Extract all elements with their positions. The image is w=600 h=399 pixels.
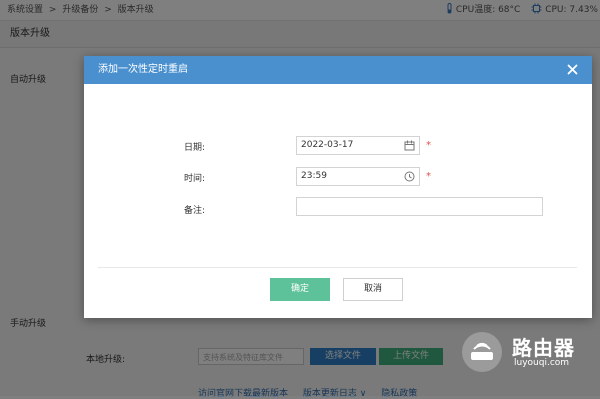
cancel-button[interactable]: 取消 [343, 278, 403, 301]
dialog-title: 添加一次性定时重启 [98, 64, 188, 75]
date-required-mark: * [426, 140, 431, 151]
scheduled-reboot-dialog: 添加一次性定时重启 日期: 2022-03-17 * 时间: 23:59 * 备… [84, 56, 592, 318]
close-icon[interactable] [567, 64, 578, 75]
time-label: 时间: [184, 174, 206, 184]
clock-icon[interactable] [404, 171, 415, 182]
router-logo-icon [462, 332, 502, 372]
time-value: 23:59 [301, 171, 327, 181]
watermark: 路由器 luyouqi.com [460, 332, 600, 374]
watermark-text: 路由器 [512, 336, 575, 360]
note-label: 备注: [184, 206, 206, 216]
dialog-header: 添加一次性定时重启 [84, 56, 592, 84]
watermark-url: luyouqi.com [514, 358, 570, 368]
note-input[interactable] [296, 197, 543, 216]
confirm-button[interactable]: 确定 [270, 278, 330, 301]
calendar-icon[interactable] [404, 140, 415, 151]
date-label: 日期: [184, 143, 206, 153]
date-field[interactable]: 2022-03-17 [296, 136, 420, 155]
date-value: 2022-03-17 [301, 140, 354, 150]
time-required-mark: * [426, 171, 431, 182]
dialog-divider [98, 267, 577, 268]
time-field[interactable]: 23:59 [296, 167, 420, 186]
